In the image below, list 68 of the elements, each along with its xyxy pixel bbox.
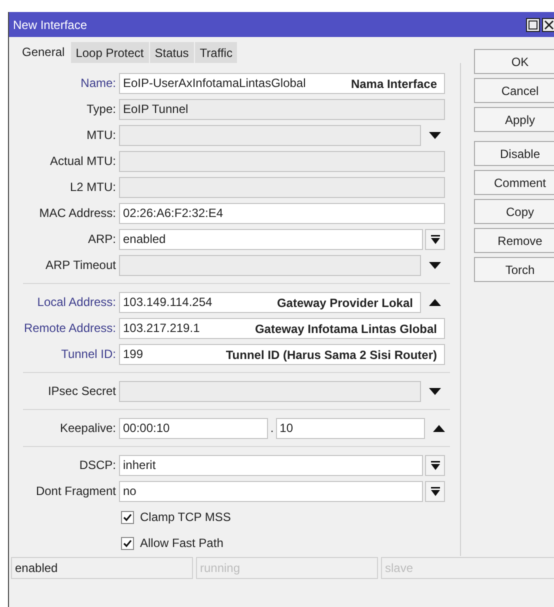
tab[interactable]: Status — [150, 42, 195, 63]
checkmark-icon — [123, 512, 132, 522]
annotation-label: Gateway Provider Lokal — [276, 295, 414, 312]
checkbox-label: Clamp TCP MSS — [140, 509, 231, 526]
field-label: MTU: — [86, 127, 117, 144]
select-button[interactable] — [425, 228, 445, 250]
input-field[interactable] — [119, 124, 421, 146]
input-field[interactable] — [119, 380, 421, 402]
input-field[interactable] — [119, 150, 445, 172]
select-field[interactable]: no — [119, 480, 423, 502]
dropdown-arrow-icon[interactable] — [429, 132, 441, 138]
field-label: Tunnel ID: — [60, 346, 117, 363]
dialog-button[interactable]: Torch — [474, 257, 554, 282]
field-label: Keepalive: — [58, 420, 117, 437]
select-button[interactable] — [425, 454, 445, 476]
dropdown-arrow-icon[interactable] — [429, 262, 441, 268]
checkbox-label: Allow Fast Path — [140, 535, 224, 552]
tab[interactable]: Traffic — [194, 42, 238, 63]
input-field[interactable]: EoIP Tunnel — [119, 98, 445, 120]
dialog-button[interactable]: Apply — [474, 107, 554, 132]
checkbox[interactable] — [121, 510, 134, 524]
input-field[interactable]: 02:26:A6:F2:32:E4 — [119, 202, 445, 224]
status-bar-cell: enabled — [11, 557, 193, 579]
input-field[interactable]: 103.217.219.1 Gateway Infotama Lintas Global — [119, 318, 445, 338]
input-field[interactable]: 10 — [276, 418, 425, 438]
dropdown-arrow-icon — [430, 460, 440, 470]
dialog-button[interactable]: Copy — [474, 199, 554, 224]
field-label: L2 MTU: — [68, 179, 117, 196]
field-label: DSCP: — [78, 457, 117, 474]
input-field[interactable] — [119, 254, 421, 276]
dialog-button[interactable]: Disable — [474, 141, 554, 166]
input-field[interactable] — [119, 176, 445, 198]
field-label: Dont Fragment — [34, 483, 117, 500]
checkmark-icon — [123, 538, 132, 548]
separator-dot: . — [270, 420, 274, 437]
annotation-label: Gateway Infotama Lintas Global — [254, 321, 438, 338]
up-arrow-icon[interactable] — [433, 424, 445, 432]
window-title: New Interface — [13, 16, 88, 34]
input-field[interactable]: 00:00:10 — [119, 418, 268, 438]
dialog-button[interactable]: Remove — [474, 228, 554, 253]
field-label: MAC Address: — [38, 205, 117, 222]
input-field[interactable]: EoIP-UserAxInfotamaLintasGlobal Nama Interface — [119, 72, 445, 94]
maximize-icon[interactable] — [526, 18, 540, 32]
input-field[interactable]: 199 Tunnel ID (Harus Sama 2 Sisi Router) — [119, 344, 445, 364]
field-label: Remote Address: — [22, 320, 117, 337]
dialog-button[interactable]: OK — [474, 49, 554, 74]
select-field[interactable]: enabled — [119, 228, 423, 250]
dropdown-arrow-icon — [430, 486, 440, 496]
field-label: Actual MTU: — [48, 153, 117, 170]
close-icon[interactable] — [542, 18, 554, 32]
annotation-label: Tunnel ID (Harus Sama 2 Sisi Router) — [226, 347, 438, 364]
dialog-button[interactable]: Comment — [474, 170, 554, 195]
field-label: Type: — [86, 101, 117, 118]
field-label: IPsec Secret — [46, 383, 117, 400]
dropdown-arrow-icon[interactable] — [429, 388, 441, 394]
field-label: Name: — [80, 75, 117, 92]
annotation-label: Nama Interface — [350, 76, 438, 93]
tab[interactable]: Loop Protect — [70, 42, 150, 63]
field-label: ARP: — [86, 231, 117, 248]
dialog-button[interactable]: Cancel — [474, 78, 554, 103]
up-arrow-icon[interactable] — [429, 298, 441, 306]
field-label: ARP Timeout — [44, 257, 117, 274]
field-label: Local Address: — [36, 294, 117, 311]
select-field[interactable]: inherit — [119, 454, 423, 476]
checkbox[interactable] — [121, 536, 134, 550]
dropdown-arrow-icon — [430, 234, 440, 244]
select-button[interactable] — [425, 480, 445, 502]
input-field[interactable]: 103.149.114.254 Gateway Provider Lokal — [119, 292, 421, 312]
